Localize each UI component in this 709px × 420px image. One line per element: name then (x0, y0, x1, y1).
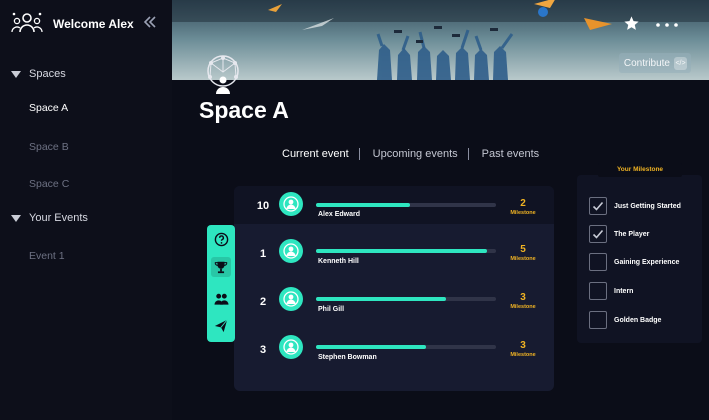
leaderboard-row-self[interactable]: 10 Alex Edward 2 Milestone (234, 186, 554, 224)
progress-fill (316, 345, 426, 349)
avatar (279, 192, 303, 216)
milestone-label: Milestone (510, 352, 536, 358)
section-label: Spaces (29, 68, 66, 80)
code-icon: </> (674, 56, 687, 70)
caret-down-icon (11, 214, 21, 222)
participant-name: Kenneth Hill (318, 258, 359, 265)
welcome-text: Welcome Alex (53, 17, 134, 31)
send-button[interactable] (211, 316, 231, 336)
progress-bar (316, 203, 496, 207)
milestone-count: 3 (520, 340, 526, 351)
user-icon (283, 339, 299, 355)
space-network-icon (207, 55, 239, 94)
milestone-item[interactable]: Gaining Experience (589, 253, 679, 271)
tab-past-events[interactable]: Past events (482, 148, 539, 160)
milestone-label: Intern (614, 287, 634, 295)
page-title: Space A (199, 97, 289, 123)
trophy-button[interactable] (211, 257, 231, 277)
avatar (279, 239, 303, 263)
milestone-item[interactable]: The Player (589, 225, 649, 243)
send-icon (214, 319, 228, 333)
rank-number: 1 (259, 248, 267, 260)
milestone-item[interactable]: Golden Badge (589, 311, 661, 329)
participant-name: Alex Edward (318, 211, 361, 218)
caret-down-icon (11, 70, 21, 78)
community-logo-icon (11, 12, 43, 33)
help-icon (214, 232, 228, 246)
milestone-label: Milestone (510, 210, 536, 216)
sidebar-item-space-b[interactable]: Space B (29, 141, 69, 153)
milestone-item[interactable]: Just Getting Started (589, 197, 681, 215)
main-content: Contribute </> Space A Current event Upc… (172, 0, 709, 420)
leaderboard-row[interactable]: 1 Kenneth Hill 5 Milestone (234, 234, 554, 272)
leaderboard: 10 Alex Edward 2 Milestone 1 Kenneth Hil… (234, 186, 554, 391)
milestone-checkbox[interactable] (589, 311, 607, 329)
milestone-item[interactable]: Intern (589, 282, 633, 300)
contribute-label: Contribute (623, 57, 670, 69)
user-icon (283, 243, 299, 259)
milestones-title: Your Milestone (598, 163, 682, 177)
progress-bar (316, 249, 496, 253)
leaderboard-toolbar (207, 225, 235, 342)
sidebar-section-spaces[interactable]: Spaces (11, 68, 66, 80)
leaderboard-row[interactable]: 3 Stephen Bowman 3 Milestone (234, 330, 554, 368)
avatar (279, 335, 303, 359)
milestone-count: 5 (520, 244, 526, 255)
tab-upcoming-events[interactable]: Upcoming events (373, 148, 458, 160)
milestone-label: Golden Badge (614, 316, 662, 324)
collapse-sidebar-button[interactable] (143, 15, 157, 33)
checkmark-icon (592, 229, 604, 239)
more-horizontal-icon (656, 23, 678, 27)
tab-divider (358, 148, 360, 160)
favorite-button[interactable] (623, 15, 640, 38)
group-button[interactable] (211, 289, 231, 309)
milestone-label: The Player (614, 230, 650, 238)
sidebar: Welcome Alex Spaces Space A Space B Spac… (0, 0, 172, 420)
milestones-panel: Just Getting Started The Player Gaining … (577, 175, 702, 343)
milestone-checkbox[interactable] (589, 282, 607, 300)
participant-name: Stephen Bowman (318, 354, 377, 361)
tab-current-event[interactable]: Current event (282, 148, 349, 160)
contribute-button[interactable]: Contribute </> (618, 53, 691, 73)
rank-number: 3 (259, 344, 267, 356)
progress-fill (316, 203, 410, 207)
progress-fill (316, 249, 487, 253)
sidebar-item-event-1[interactable]: Event 1 (29, 250, 65, 262)
sidebar-header: Welcome Alex (0, 0, 172, 50)
milestone-label: Just Getting Started (614, 202, 681, 210)
milestone-label: Gaining Experience (614, 258, 680, 266)
milestone-count: 2 (520, 198, 526, 209)
checkmark-icon (592, 201, 604, 211)
milestone-count: 3 (520, 292, 526, 303)
rank-number: 10 (256, 200, 270, 212)
leaderboard-row[interactable]: 2 Phil Gill 3 Milestone (234, 282, 554, 320)
milestone-label: Milestone (510, 304, 536, 310)
tab-divider (467, 148, 469, 160)
milestone-checkbox[interactable] (589, 253, 607, 271)
section-label: Your Events (29, 212, 88, 224)
group-icon (213, 293, 229, 305)
user-icon (283, 196, 299, 212)
star-icon (624, 16, 639, 30)
trophy-icon (214, 261, 228, 274)
progress-fill (316, 297, 446, 301)
milestone-checkbox[interactable] (589, 225, 607, 243)
more-options-button[interactable] (655, 17, 679, 28)
sidebar-item-space-a[interactable]: Space A (29, 102, 68, 114)
progress-bar (316, 345, 496, 349)
help-button[interactable] (211, 229, 231, 249)
progress-bar (316, 297, 496, 301)
double-chevron-left-icon (143, 16, 156, 28)
event-tabs: Current event Upcoming events Past event… (282, 148, 539, 160)
milestone-checkbox[interactable] (589, 197, 607, 215)
sidebar-section-events[interactable]: Your Events (11, 212, 88, 224)
user-icon (283, 291, 299, 307)
participant-name: Phil Gill (318, 306, 345, 313)
avatar (279, 287, 303, 311)
app-root: Welcome Alex Spaces Space A Space B Spac… (0, 0, 709, 420)
space-banner: Contribute </> (172, 0, 709, 80)
rank-number: 2 (259, 296, 267, 308)
sidebar-item-space-c[interactable]: Space C (29, 178, 69, 190)
milestone-label: Milestone (510, 256, 536, 262)
